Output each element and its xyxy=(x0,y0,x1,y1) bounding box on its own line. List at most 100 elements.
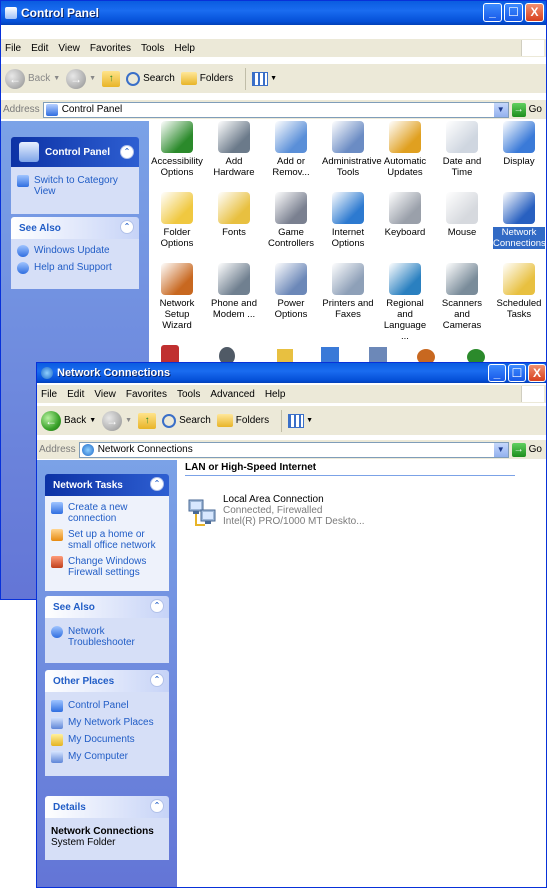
collapse-chevron-icon[interactable]: ⌃ xyxy=(120,145,134,159)
control-panel-panel-header[interactable]: Control Panel ⌃ xyxy=(11,137,139,167)
forward-button[interactable]: → ▼ xyxy=(102,410,132,431)
collapse-chevron-icon[interactable]: ⌃ xyxy=(150,673,164,687)
administrative-tools-item[interactable]: Administrative Tools xyxy=(322,121,382,178)
address-dropdown-icon[interactable]: ▼ xyxy=(493,442,508,457)
close-button[interactable]: X xyxy=(528,364,546,382)
collapse-chevron-icon[interactable]: ⌃ xyxy=(150,599,164,613)
minimize-button[interactable]: _ xyxy=(483,3,502,22)
folders-label: Folders xyxy=(235,415,270,426)
search-icon xyxy=(162,413,177,428)
scanners-cameras-item[interactable]: Scanners and Cameras xyxy=(436,263,488,331)
menu-favorites[interactable]: Favorites xyxy=(126,389,167,400)
back-dropdown-icon[interactable]: ▼ xyxy=(89,417,96,424)
network-connections-titlebar[interactable]: Network Connections _ ☐ X xyxy=(37,363,546,383)
search-button[interactable]: Search xyxy=(162,413,211,428)
go-label[interactable]: Go xyxy=(529,104,542,115)
details-header[interactable]: Details ⌃ xyxy=(45,796,169,818)
collapse-chevron-icon[interactable]: ⌃ xyxy=(150,799,164,813)
scheduled-tasks-item[interactable]: Scheduled Tasks xyxy=(493,263,545,320)
accessibility-icon xyxy=(161,121,193,153)
fonts-item[interactable]: Fonts xyxy=(208,192,260,238)
local-area-connection-item[interactable]: Local Area Connection Connected, Firewal… xyxy=(187,494,387,534)
minimize-button[interactable]: _ xyxy=(488,364,506,382)
accessibility-item[interactable]: Accessibility Options xyxy=(151,121,203,178)
collapse-chevron-icon[interactable]: ⌃ xyxy=(120,220,134,234)
address-field[interactable]: Network Connections ▼ xyxy=(78,441,509,458)
add-remove-programs-item[interactable]: Add or Remov... xyxy=(265,121,317,178)
keyboard-item[interactable]: Keyboard xyxy=(379,192,431,238)
menu-view[interactable]: View xyxy=(94,389,116,400)
forward-button[interactable]: → ▼ xyxy=(66,68,96,89)
help-support-link[interactable]: Help and Support xyxy=(17,262,133,274)
maximize-button[interactable]: ☐ xyxy=(504,3,523,22)
forward-dropdown-icon[interactable]: ▼ xyxy=(89,75,96,82)
date-time-item[interactable]: Date and Time xyxy=(436,121,488,178)
back-button[interactable]: ← Back ▼ xyxy=(41,410,96,431)
control-panel-addressbar: Address Control Panel ▼ → Go xyxy=(1,99,546,119)
see-also-body: Windows Update Help and Support xyxy=(11,239,139,289)
printers-faxes-item[interactable]: Printers and Faxes xyxy=(322,263,374,320)
go-arrow-icon[interactable]: → xyxy=(511,102,526,117)
address-dropdown-icon[interactable]: ▼ xyxy=(493,102,508,117)
search-button[interactable]: Search xyxy=(126,71,175,86)
phone-modem-item[interactable]: Phone and Modem ... xyxy=(208,263,260,320)
other-places-header[interactable]: Other Places ⌃ xyxy=(45,670,169,692)
control-panel-titlebar[interactable]: Control Panel _ ☐ X xyxy=(1,1,546,25)
menu-tools[interactable]: Tools xyxy=(141,43,164,54)
maximize-button[interactable]: ☐ xyxy=(508,364,526,382)
network-connections-item[interactable]: Network Connections xyxy=(493,192,546,249)
network-tasks-header[interactable]: Network Tasks ⌃ xyxy=(45,474,169,496)
my-documents-link[interactable]: My Documents xyxy=(51,734,163,746)
up-folder-button[interactable]: ↑ xyxy=(138,412,157,429)
collapse-chevron-icon[interactable]: ⌃ xyxy=(150,477,164,491)
menu-file[interactable]: File xyxy=(5,43,21,54)
see-also-header[interactable]: See Also ⌃ xyxy=(45,596,169,618)
menu-tools[interactable]: Tools xyxy=(177,389,200,400)
my-network-places-link[interactable]: My Network Places xyxy=(51,717,163,729)
menu-edit[interactable]: Edit xyxy=(31,43,48,54)
control-panel-title-icon xyxy=(5,7,17,19)
folder-options-item[interactable]: Folder Options xyxy=(151,192,203,249)
go-label[interactable]: Go xyxy=(529,444,542,455)
setup-home-network-link[interactable]: Set up a home or small office network xyxy=(51,529,163,551)
windows-logo-icon xyxy=(521,40,544,56)
menu-edit[interactable]: Edit xyxy=(67,389,84,400)
power-options-item[interactable]: Power Options xyxy=(265,263,317,320)
automatic-updates-item[interactable]: Automatic Updates xyxy=(379,121,431,178)
menu-advanced[interactable]: Advanced xyxy=(210,389,254,400)
switch-to-category-view-link[interactable]: Switch to Category View xyxy=(17,175,133,197)
details-body: Network Connections System Folder xyxy=(45,818,169,860)
views-button[interactable]: ▼ xyxy=(252,71,277,86)
views-button[interactable]: ▼ xyxy=(288,413,313,428)
forward-dropdown-icon[interactable]: ▼ xyxy=(125,417,132,424)
address-field[interactable]: Control Panel ▼ xyxy=(42,101,509,118)
internet-options-item[interactable]: Internet Options xyxy=(322,192,374,249)
mouse-item[interactable]: Mouse xyxy=(436,192,488,238)
menu-favorites[interactable]: Favorites xyxy=(90,43,131,54)
control-panel-link[interactable]: Control Panel xyxy=(51,700,163,712)
go-arrow-icon[interactable]: → xyxy=(511,442,526,457)
add-hardware-item[interactable]: Add Hardware xyxy=(208,121,260,178)
network-connections-window: Network Connections _ ☐ X File Edit View… xyxy=(36,362,547,888)
network-setup-wizard-item[interactable]: Network Setup Wizard xyxy=(151,263,203,331)
folders-button[interactable]: Folders xyxy=(216,414,270,427)
see-also-header[interactable]: See Also ⌃ xyxy=(11,217,139,239)
close-button[interactable]: X xyxy=(525,3,544,22)
folders-button[interactable]: Folders xyxy=(180,72,233,85)
network-connections-toolbar: ← Back ▼ → ▼ ↑ Search Folders ▼ xyxy=(37,405,546,435)
menu-help[interactable]: Help xyxy=(265,389,286,400)
my-computer-link[interactable]: My Computer xyxy=(51,751,163,763)
up-folder-button[interactable]: ↑ xyxy=(102,70,121,87)
windows-update-link[interactable]: Windows Update xyxy=(17,245,133,257)
network-troubleshooter-link[interactable]: Network Troubleshooter xyxy=(51,626,163,648)
create-new-connection-link[interactable]: Create a new connection xyxy=(51,502,163,524)
menu-help[interactable]: Help xyxy=(174,43,195,54)
back-dropdown-icon[interactable]: ▼ xyxy=(53,75,60,82)
menu-view[interactable]: View xyxy=(58,43,80,54)
regional-language-item[interactable]: Regional and Language ... xyxy=(379,263,431,342)
menu-file[interactable]: File xyxy=(41,389,57,400)
game-controllers-item[interactable]: Game Controllers xyxy=(265,192,317,249)
change-firewall-settings-link[interactable]: Change Windows Firewall settings xyxy=(51,556,163,578)
back-button[interactable]: ← Back ▼ xyxy=(5,68,60,89)
display-item[interactable]: Display xyxy=(493,121,545,167)
